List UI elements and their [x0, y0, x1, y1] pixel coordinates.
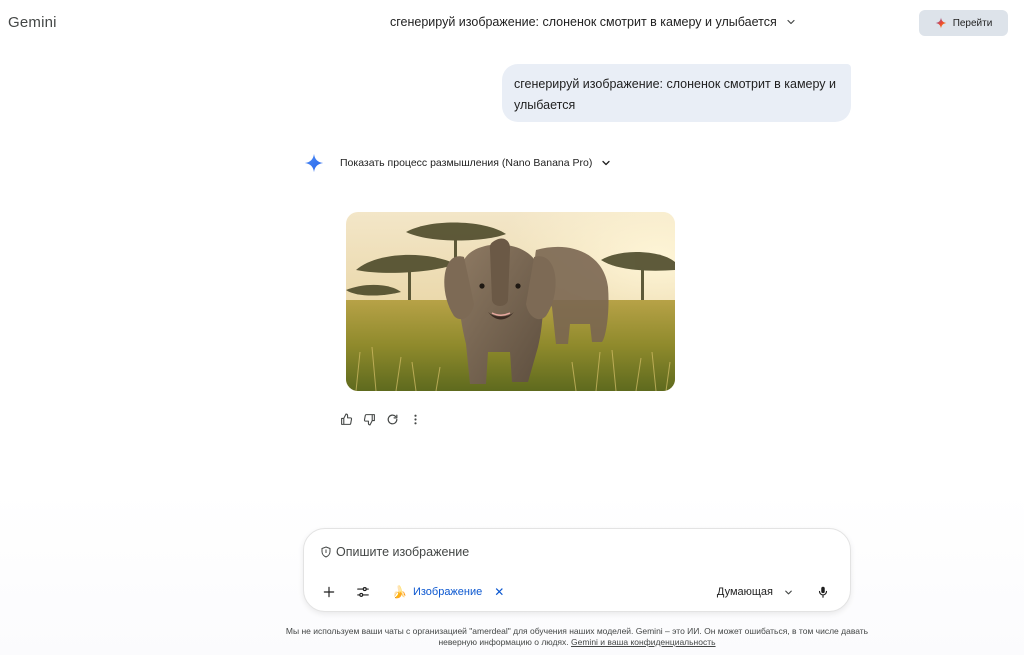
more-options-button[interactable]	[408, 411, 422, 427]
chat-title-text: сгенерируй изображение: слоненок смотрит…	[390, 15, 777, 29]
response-actions	[339, 411, 422, 427]
add-button[interactable]	[318, 581, 340, 603]
disclaimer: Мы не используем ваши чаты с организацие…	[280, 626, 874, 648]
model-response-header: Показать процесс размышления (Nano Banan…	[304, 153, 612, 173]
plus-icon	[323, 586, 335, 598]
chat-title-dropdown[interactable]: сгенерируй изображение: слоненок смотрит…	[390, 15, 797, 29]
tune-icon	[357, 587, 369, 597]
prompt-composer: 🍌 Изображение ✕ Думающая	[303, 528, 851, 612]
more-vert-icon	[413, 414, 417, 424]
thumbs-down-icon	[363, 413, 375, 425]
tools-button[interactable]	[352, 581, 374, 603]
model-mode-selector[interactable]: Думающая	[717, 586, 794, 598]
go-button-label: Перейти	[952, 17, 993, 29]
chevron-down-icon	[787, 19, 795, 25]
gemini-spark-icon	[304, 153, 324, 173]
privacy-link[interactable]: Gemini и ваша конфиденциальность	[571, 637, 716, 647]
show-thinking-label: Показать процесс размышления (Nano Banan…	[340, 157, 593, 169]
regenerate-button[interactable]	[385, 411, 399, 427]
thumbs-up-button[interactable]	[339, 411, 353, 427]
gemini-logo-text[interactable]: Gemini	[8, 14, 57, 31]
prompt-row	[320, 545, 816, 559]
prompt-input[interactable]	[336, 545, 816, 559]
chevron-down-icon	[785, 590, 792, 594]
banana-icon: 🍌	[392, 585, 407, 599]
gemini-spark-icon	[935, 17, 947, 29]
shield-icon	[321, 546, 331, 558]
refresh-icon	[387, 414, 397, 424]
microphone-icon	[818, 586, 828, 598]
user-message-bubble: сгенерируй изображение: слоненок смотрит…	[502, 64, 851, 122]
composer-toolbar: 🍌 Изображение ✕ Думающая	[318, 581, 834, 603]
close-icon[interactable]: ✕	[494, 585, 504, 599]
chevron-down-icon	[602, 160, 610, 166]
image-tool-chip[interactable]: 🍌 Изображение ✕	[392, 585, 504, 599]
microphone-button[interactable]	[812, 581, 834, 603]
user-message-text: сгенерируй изображение: слоненок смотрит…	[514, 77, 837, 112]
image-tool-label: Изображение	[412, 586, 483, 598]
thumbs-up-icon	[340, 413, 352, 425]
go-button[interactable]: Перейти	[919, 10, 1008, 36]
generated-image[interactable]	[346, 212, 675, 391]
thumbs-down-button[interactable]	[362, 411, 376, 427]
model-mode-label: Думающая	[716, 586, 773, 598]
baby-elephant-illustration	[346, 212, 675, 391]
show-thinking-toggle[interactable]: Показать процесс размышления (Nano Banan…	[340, 157, 612, 169]
